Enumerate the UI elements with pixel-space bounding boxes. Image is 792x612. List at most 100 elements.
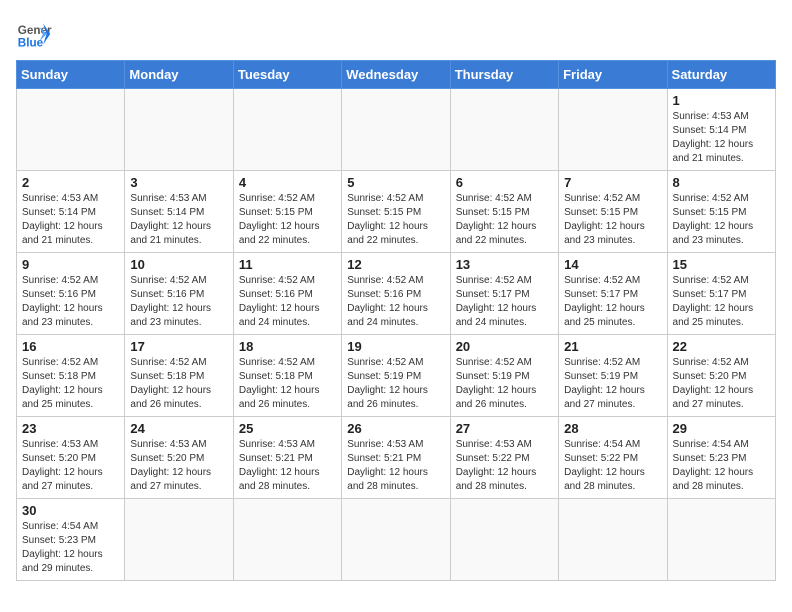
day-number: 6 [456, 175, 553, 190]
day-number: 27 [456, 421, 553, 436]
day-number: 16 [22, 339, 119, 354]
calendar-cell: 2Sunrise: 4:53 AM Sunset: 5:14 PM Daylig… [17, 171, 125, 253]
day-info: Sunrise: 4:54 AM Sunset: 5:22 PM Dayligh… [564, 438, 661, 494]
day-number: 9 [22, 257, 119, 272]
calendar-week-4: 23 Sunrise: 4:53 AM Sunset: 5:20 PM Dayli… [17, 417, 776, 499]
calendar-cell: 5Sunrise: 4:52 AM Sunset: 5:15 PM Daylig… [342, 171, 450, 253]
calendar-cell [233, 89, 341, 171]
calendar-cell [342, 89, 450, 171]
weekday-header-friday: Friday [559, 61, 667, 89]
day-info: Sunrise: 4:52 AM Sunset: 5:18 PM Dayligh… [239, 356, 336, 412]
day-number: 1 [673, 93, 770, 108]
day-info: Sunrise: 4:52 AM Sunset: 5:16 PM Dayligh… [239, 274, 336, 330]
calendar-cell [559, 89, 667, 171]
day-number: 19 [347, 339, 444, 354]
day-number: 29 [673, 421, 770, 436]
calendar-cell: 14 Sunrise: 4:52 AM Sunset: 5:17 PM Dayli… [559, 253, 667, 335]
day-number: 21 [564, 339, 661, 354]
calendar-week-1: 2Sunrise: 4:53 AM Sunset: 5:14 PM Daylig… [17, 171, 776, 253]
weekday-header-saturday: Saturday [667, 61, 775, 89]
day-number: 23 [22, 421, 119, 436]
day-info: Sunrise: 4:53 AM Sunset: 5:21 PM Dayligh… [239, 438, 336, 494]
calendar-cell: 3Sunrise: 4:53 AM Sunset: 5:14 PM Daylig… [125, 171, 233, 253]
day-info: Sunrise: 4:52 AM Sunset: 5:16 PM Dayligh… [22, 274, 119, 330]
calendar-cell: 7 Sunrise: 4:52 AM Sunset: 5:15 PM Daylig… [559, 171, 667, 253]
day-number: 20 [456, 339, 553, 354]
day-number: 22 [673, 339, 770, 354]
day-info: Sunrise: 4:52 AM Sunset: 5:18 PM Dayligh… [22, 356, 119, 412]
calendar-cell: 26Sunrise: 4:53 AM Sunset: 5:21 PM Dayli… [342, 417, 450, 499]
day-info: Sunrise: 4:53 AM Sunset: 5:20 PM Dayligh… [130, 438, 227, 494]
calendar-cell [125, 499, 233, 581]
day-info: Sunrise: 4:52 AM Sunset: 5:19 PM Dayligh… [564, 356, 661, 412]
calendar-cell: 27 Sunrise: 4:53 AM Sunset: 5:22 PM Dayli… [450, 417, 558, 499]
day-number: 14 [564, 257, 661, 272]
day-info: Sunrise: 4:52 AM Sunset: 5:15 PM Dayligh… [673, 192, 770, 248]
day-number: 28 [564, 421, 661, 436]
calendar-week-3: 16 Sunrise: 4:52 AM Sunset: 5:18 PM Dayli… [17, 335, 776, 417]
day-number: 15 [673, 257, 770, 272]
weekday-header-sunday: Sunday [17, 61, 125, 89]
calendar-cell: 8 Sunrise: 4:52 AM Sunset: 5:15 PM Daylig… [667, 171, 775, 253]
day-info: Sunrise: 4:52 AM Sunset: 5:19 PM Dayligh… [456, 356, 553, 412]
calendar-cell: 15 Sunrise: 4:52 AM Sunset: 5:17 PM Dayli… [667, 253, 775, 335]
calendar-cell [450, 499, 558, 581]
day-info: Sunrise: 4:53 AM Sunset: 5:21 PM Dayligh… [347, 438, 444, 494]
calendar-cell: 16 Sunrise: 4:52 AM Sunset: 5:18 PM Dayli… [17, 335, 125, 417]
day-info: Sunrise: 4:52 AM Sunset: 5:17 PM Dayligh… [673, 274, 770, 330]
weekday-header-tuesday: Tuesday [233, 61, 341, 89]
day-info: Sunrise: 4:54 AM Sunset: 5:23 PM Dayligh… [22, 520, 119, 576]
calendar-cell [233, 499, 341, 581]
day-info: Sunrise: 4:53 AM Sunset: 5:14 PM Dayligh… [130, 192, 227, 248]
calendar-cell: 25 Sunrise: 4:53 AM Sunset: 5:21 PM Dayli… [233, 417, 341, 499]
day-number: 30 [22, 503, 119, 518]
day-info: Sunrise: 4:54 AM Sunset: 5:23 PM Dayligh… [673, 438, 770, 494]
calendar-cell: 29 Sunrise: 4:54 AM Sunset: 5:23 PM Dayli… [667, 417, 775, 499]
calendar-cell: 24 Sunrise: 4:53 AM Sunset: 5:20 PM Dayli… [125, 417, 233, 499]
day-info: Sunrise: 4:52 AM Sunset: 5:15 PM Dayligh… [456, 192, 553, 248]
day-number: 10 [130, 257, 227, 272]
day-number: 25 [239, 421, 336, 436]
day-number: 11 [239, 257, 336, 272]
weekday-header-monday: Monday [125, 61, 233, 89]
day-number: 4 [239, 175, 336, 190]
day-info: Sunrise: 4:52 AM Sunset: 5:18 PM Dayligh… [130, 356, 227, 412]
calendar-week-5: 30 Sunrise: 4:54 AM Sunset: 5:23 PM Dayli… [17, 499, 776, 581]
day-info: Sunrise: 4:52 AM Sunset: 5:15 PM Dayligh… [239, 192, 336, 248]
calendar-cell: 6 Sunrise: 4:52 AM Sunset: 5:15 PM Daylig… [450, 171, 558, 253]
day-info: Sunrise: 4:52 AM Sunset: 5:15 PM Dayligh… [564, 192, 661, 248]
calendar-cell [559, 499, 667, 581]
day-number: 8 [673, 175, 770, 190]
calendar-table: SundayMondayTuesdayWednesdayThursdayFrid… [16, 60, 776, 581]
calendar-cell: 22 Sunrise: 4:52 AM Sunset: 5:20 PM Dayli… [667, 335, 775, 417]
day-info: Sunrise: 4:53 AM Sunset: 5:22 PM Dayligh… [456, 438, 553, 494]
day-info: Sunrise: 4:53 AM Sunset: 5:14 PM Dayligh… [22, 192, 119, 248]
calendar-cell [450, 89, 558, 171]
svg-text:Blue: Blue [18, 37, 44, 50]
day-info: Sunrise: 4:52 AM Sunset: 5:16 PM Dayligh… [347, 274, 444, 330]
day-info: Sunrise: 4:52 AM Sunset: 5:17 PM Dayligh… [564, 274, 661, 330]
day-info: Sunrise: 4:52 AM Sunset: 5:20 PM Dayligh… [673, 356, 770, 412]
day-info: Sunrise: 4:52 AM Sunset: 5:16 PM Dayligh… [130, 274, 227, 330]
calendar-week-0: 1 Sunrise: 4:53 AM Sunset: 5:14 PM Daylig… [17, 89, 776, 171]
calendar-cell: 10 Sunrise: 4:52 AM Sunset: 5:16 PM Dayli… [125, 253, 233, 335]
day-number: 24 [130, 421, 227, 436]
calendar-cell: 11 Sunrise: 4:52 AM Sunset: 5:16 PM Dayli… [233, 253, 341, 335]
calendar-cell: 13Sunrise: 4:52 AM Sunset: 5:17 PM Dayli… [450, 253, 558, 335]
calendar-cell: 23Sunrise: 4:53 AM Sunset: 5:20 PM Dayli… [17, 417, 125, 499]
day-number: 13 [456, 257, 553, 272]
calendar-cell: 12Sunrise: 4:52 AM Sunset: 5:16 PM Dayli… [342, 253, 450, 335]
calendar-week-2: 9 Sunrise: 4:52 AM Sunset: 5:16 PM Daylig… [17, 253, 776, 335]
day-info: Sunrise: 4:52 AM Sunset: 5:19 PM Dayligh… [347, 356, 444, 412]
calendar-cell: 18Sunrise: 4:52 AM Sunset: 5:18 PM Dayli… [233, 335, 341, 417]
calendar-cell: 20 Sunrise: 4:52 AM Sunset: 5:19 PM Dayli… [450, 335, 558, 417]
calendar-cell: 4 Sunrise: 4:52 AM Sunset: 5:15 PM Daylig… [233, 171, 341, 253]
calendar-cell: 17Sunrise: 4:52 AM Sunset: 5:18 PM Dayli… [125, 335, 233, 417]
weekday-header-wednesday: Wednesday [342, 61, 450, 89]
day-info: Sunrise: 4:53 AM Sunset: 5:14 PM Dayligh… [673, 110, 770, 166]
logo-icon: General Blue [16, 16, 52, 52]
calendar-cell: 30 Sunrise: 4:54 AM Sunset: 5:23 PM Dayli… [17, 499, 125, 581]
day-number: 7 [564, 175, 661, 190]
weekday-header-thursday: Thursday [450, 61, 558, 89]
calendar-cell: 9 Sunrise: 4:52 AM Sunset: 5:16 PM Daylig… [17, 253, 125, 335]
